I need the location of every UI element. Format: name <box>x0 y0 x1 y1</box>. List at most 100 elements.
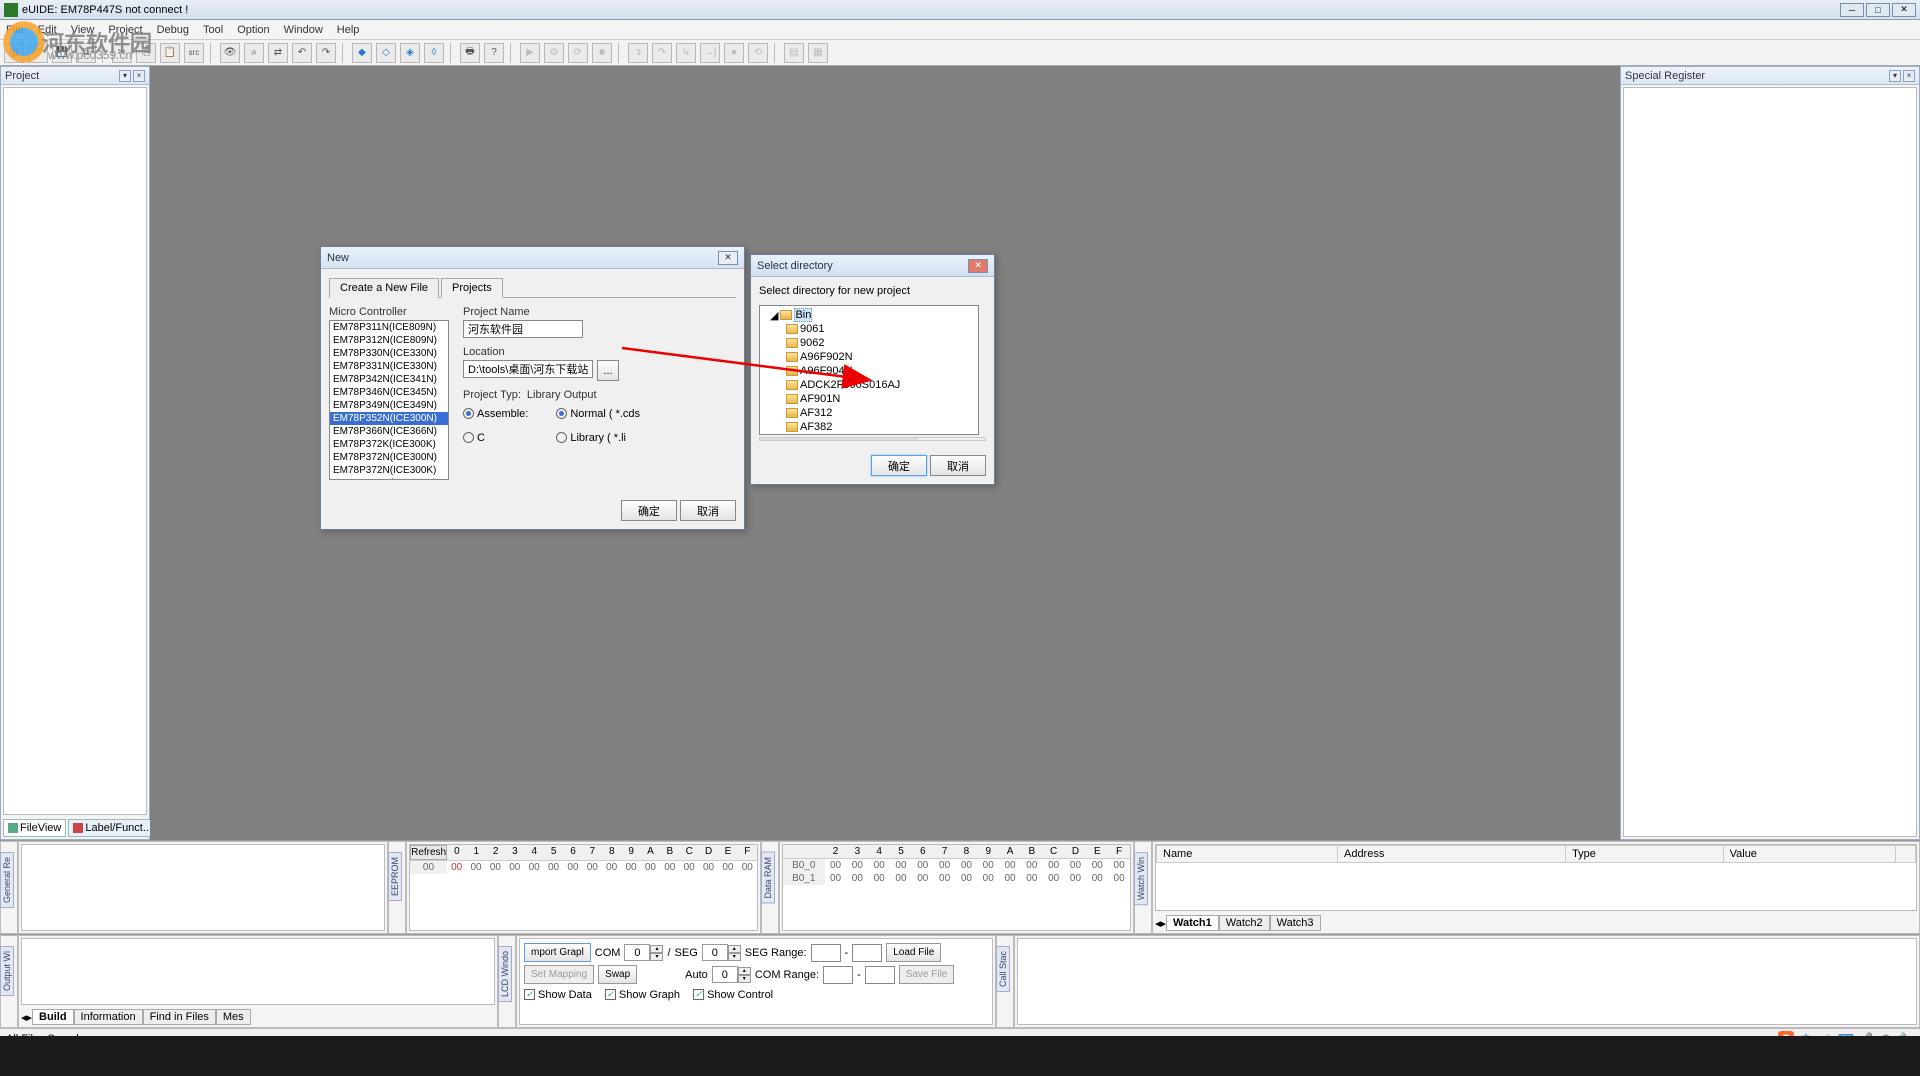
eeprom-row[interactable]: 0000000000000000000000000000000000 <box>410 861 757 874</box>
mc-item[interactable]: EM78P349N(ICE349N) <box>330 399 448 412</box>
import-graph-button[interactable]: mport Grapl <box>524 943 591 962</box>
mc-listbox[interactable]: EM78P311N(ICE809N)EM78P312N(ICE809N)EM78… <box>329 320 449 480</box>
mc-item[interactable]: EM78P366N(ICE366N) <box>330 425 448 438</box>
tab-projects[interactable]: Projects <box>441 278 503 298</box>
tab-fileview[interactable]: FileView <box>3 819 66 837</box>
tab-findinfiles[interactable]: Find in Files <box>143 1009 216 1025</box>
segrange-to[interactable] <box>852 944 882 962</box>
tb-redo-icon[interactable]: ↷ <box>316 43 336 63</box>
watch-table[interactable]: NameAddressTypeValue <box>1156 845 1916 863</box>
dataram-row[interactable]: B0_10000000000000000000000000000 <box>783 872 1130 885</box>
dataram-row[interactable]: B0_00000000000000000000000000000 <box>783 859 1130 872</box>
panel-pin-icon[interactable]: ▾ <box>1889 70 1901 82</box>
tree-collapse-icon[interactable]: ◢ <box>770 309 778 322</box>
menu-help[interactable]: Help <box>337 24 360 36</box>
tb-bookmark-prev-icon[interactable]: ◈ <box>400 43 420 63</box>
seldir-close-icon[interactable]: ✕ <box>968 259 988 273</box>
tb-runto-icon[interactable]: →| <box>700 43 720 63</box>
menu-option[interactable]: Option <box>237 24 269 36</box>
tab-labelfunct[interactable]: Label/Funct... <box>68 819 157 837</box>
tab-watch2[interactable]: Watch2 <box>1219 915 1270 931</box>
tb-bookmark-clear-icon[interactable]: ◊ <box>424 43 444 63</box>
tb-paste-icon[interactable]: 📋 <box>160 43 180 63</box>
tree-item[interactable]: AF312 <box>800 407 832 419</box>
tree-item[interactable]: A96F902N <box>800 351 853 363</box>
tab-information[interactable]: Information <box>74 1009 143 1025</box>
mc-item[interactable]: EM78P372N(ICE300N) <box>330 451 448 464</box>
set-mapping-button[interactable]: Set Mapping <box>524 965 594 984</box>
tb-build-icon[interactable]: ⚙ <box>544 43 564 63</box>
tb-break-icon[interactable]: ● <box>724 43 744 63</box>
tb-print-icon[interactable]: 🖶 <box>460 43 480 63</box>
panel-pin-icon[interactable]: ▾ <box>119 70 131 82</box>
close-button[interactable]: ✕ <box>1892 3 1916 17</box>
swap-button[interactable]: Swap <box>598 965 637 984</box>
tab-watch1[interactable]: Watch1 <box>1166 915 1219 931</box>
tree-root[interactable]: Bin <box>794 308 812 322</box>
menu-tool[interactable]: Tool <box>203 24 223 36</box>
comrange-to[interactable] <box>865 966 895 984</box>
com-spinner[interactable]: ▴▾ <box>624 944 663 961</box>
tb-stop-icon[interactable]: ■ <box>592 43 612 63</box>
tb-find-icon[interactable]: 👁 <box>220 43 240 63</box>
tree-item[interactable]: A96F904N <box>800 365 853 377</box>
radio-normal[interactable]: Normal ( *.cds <box>556 408 640 420</box>
mc-item[interactable]: EM78P352N(ICE300N) <box>330 412 448 425</box>
tb-reset-icon[interactable]: ⟲ <box>748 43 768 63</box>
refresh-button[interactable]: Refresh <box>410 845 447 860</box>
new-cancel-button[interactable]: 取消 <box>680 500 736 521</box>
chk-show-graph[interactable]: ✓Show Graph <box>605 989 680 1001</box>
minimize-button[interactable]: ─ <box>1840 3 1864 17</box>
project-name-input[interactable] <box>463 320 583 338</box>
mc-item[interactable]: EM78P311N(ICE809N) <box>330 321 448 334</box>
tb-bookmark-icon[interactable]: ◆ <box>352 43 372 63</box>
mc-item[interactable]: EM78P373N(ICE300K) <box>330 477 448 480</box>
tree-item[interactable]: 9062 <box>800 337 824 349</box>
load-file-button[interactable]: Load File <box>886 943 941 962</box>
radio-assemble[interactable]: Assemble: <box>463 408 528 420</box>
segrange-from[interactable] <box>811 944 841 962</box>
mc-item[interactable]: EM78P342N(ICE341N) <box>330 373 448 386</box>
chk-show-control[interactable]: ✓Show Control <box>693 989 773 1001</box>
comrange-from[interactable] <box>823 966 853 984</box>
tree-item[interactable]: AF382 <box>800 421 832 433</box>
radio-library[interactable]: Library ( *.li <box>556 432 626 444</box>
seldir-ok-button[interactable]: 确定 <box>871 455 927 476</box>
tb-stepover-icon[interactable]: ↷ <box>652 43 672 63</box>
location-input[interactable] <box>463 360 593 378</box>
tab-watch3[interactable]: Watch3 <box>1270 915 1321 931</box>
tb-run-icon[interactable]: ▶ <box>520 43 540 63</box>
menu-debug[interactable]: Debug <box>157 24 189 36</box>
tb-undo-icon[interactable]: ↶ <box>292 43 312 63</box>
mc-item[interactable]: EM78P331N(ICE330N) <box>330 360 448 373</box>
tb-about-icon[interactable]: ? <box>484 43 504 63</box>
tb-stepinto-icon[interactable]: ↴ <box>628 43 648 63</box>
browse-button[interactable]: ... <box>597 360 619 381</box>
auto-spinner[interactable]: ▴▾ <box>712 966 751 983</box>
tab-create-new-file[interactable]: Create a New File <box>329 278 439 298</box>
tab-messages[interactable]: Mes <box>216 1009 251 1025</box>
tb-mem-icon[interactable]: ▦ <box>808 43 828 63</box>
mc-item[interactable]: EM78P346N(ICE345N) <box>330 386 448 399</box>
tb-rebuild-icon[interactable]: ⟳ <box>568 43 588 63</box>
seg-spinner[interactable]: ▴▾ <box>702 944 741 961</box>
tree-hscroll[interactable] <box>759 437 986 441</box>
new-ok-button[interactable]: 确定 <box>621 500 677 521</box>
menu-window[interactable]: Window <box>284 24 323 36</box>
seldir-cancel-button[interactable]: 取消 <box>930 455 986 476</box>
panel-close-icon[interactable]: × <box>1903 70 1915 82</box>
project-tree[interactable] <box>3 87 147 815</box>
mc-item[interactable]: EM78P330N(ICE330N) <box>330 347 448 360</box>
tree-item[interactable]: ADCK2F300S016AJ <box>800 379 900 391</box>
mc-item[interactable]: EM78P312N(ICE809N) <box>330 334 448 347</box>
radio-c[interactable]: C <box>463 432 485 444</box>
mc-item[interactable]: EM78P372N(ICE300K) <box>330 464 448 477</box>
new-dialog-close-icon[interactable]: ✕ <box>718 251 738 265</box>
tab-build[interactable]: Build <box>32 1009 74 1025</box>
directory-tree[interactable]: ◢ Bin 9061 9062 A96F902N A96F904N ADCK2F300S0… <box>759 305 979 435</box>
mc-item[interactable]: EM78P372K(ICE300K) <box>330 438 448 451</box>
register-body[interactable] <box>1623 87 1917 837</box>
panel-close-icon[interactable]: × <box>133 70 145 82</box>
tree-item[interactable]: 9061 <box>800 323 824 335</box>
maximize-button[interactable]: □ <box>1866 3 1890 17</box>
